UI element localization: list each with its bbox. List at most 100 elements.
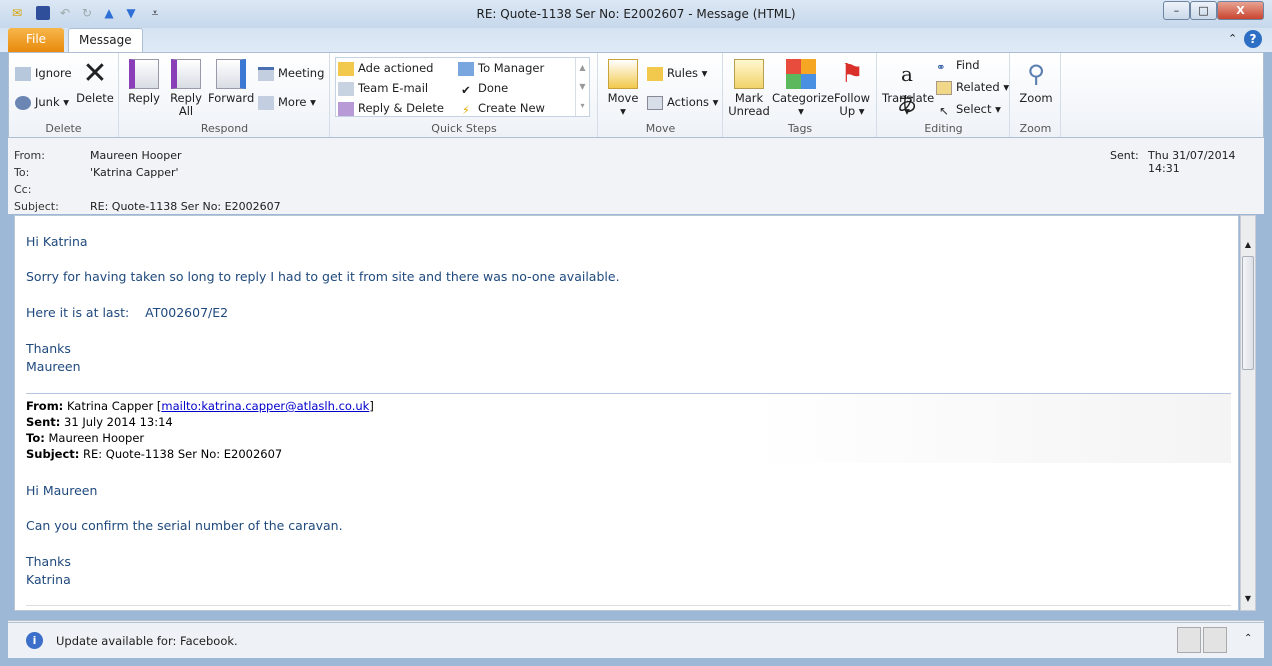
- group-move: Move ▾ Rules ▾ Actions ▾ Move: [599, 53, 723, 137]
- forward-button[interactable]: Forward: [208, 59, 254, 105]
- subject-label: Subject:: [14, 200, 59, 213]
- quoted-sent-label: Sent:: [26, 415, 61, 429]
- message-body[interactable]: Hi Katrina Sorry for having taken so lon…: [14, 215, 1239, 611]
- tab-message[interactable]: Message: [68, 28, 143, 52]
- magnifier-icon: ⚲: [1027, 60, 1045, 88]
- select-button[interactable]: ↖ Select ▾: [936, 101, 1001, 118]
- follow-label: Follow: [833, 91, 871, 105]
- person-icon[interactable]: [1177, 627, 1201, 653]
- move-label: Move: [607, 91, 639, 105]
- quick-step-done[interactable]: ✔ Done: [458, 80, 508, 97]
- close-button[interactable]: X: [1217, 1, 1264, 20]
- group-label: Tags: [787, 122, 813, 135]
- quick-step-label: Ade actioned: [358, 61, 434, 75]
- meeting-button[interactable]: Meeting: [258, 65, 324, 81]
- related-label: Related: [956, 80, 1000, 94]
- zoom-button[interactable]: ⚲ Zoom: [1017, 59, 1055, 105]
- collapse-ribbon-icon[interactable]: ⌃: [1228, 32, 1237, 45]
- quoted-subject: RE: Quote-1138 Ser No: E2002607: [83, 447, 283, 461]
- info-icon: i: [26, 632, 43, 649]
- sent-value: Thu 31/07/2014 14:31: [1148, 149, 1236, 175]
- group-respond: Reply Reply All Forward Meeting More ▾ Re…: [120, 53, 330, 137]
- actions-label: Actions: [667, 95, 710, 109]
- cursor-icon: ↖: [939, 103, 949, 118]
- delete-label: Delete: [76, 91, 114, 105]
- update-notice[interactable]: Update available for: Facebook.: [56, 634, 238, 648]
- body-line: Maureen: [26, 359, 81, 374]
- more-label: More: [278, 95, 307, 109]
- mark-unread-button[interactable]: Mark Unread: [728, 59, 770, 118]
- to-value[interactable]: 'Katrina Capper': [90, 166, 179, 179]
- quoted-sent: 31 July 2014 13:14: [64, 415, 173, 429]
- group-label: Editing: [924, 122, 963, 135]
- move-folder-icon: [608, 59, 638, 89]
- delete-button[interactable]: ✕ Delete: [75, 59, 115, 105]
- cc-label: Cc:: [14, 183, 32, 196]
- calendar-icon: [258, 66, 274, 81]
- rules-icon: [647, 66, 663, 81]
- quick-step-to-manager[interactable]: To Manager: [458, 60, 544, 76]
- quick-step-ade-actioned[interactable]: Ade actioned: [338, 60, 433, 76]
- ribbon-tabs: File Message ⌃ ?: [0, 28, 1272, 52]
- scroll-down-icon[interactable]: ▼: [1242, 594, 1254, 608]
- quick-step-reply-delete[interactable]: Reply & Delete: [338, 100, 444, 116]
- person-icon[interactable]: [1203, 627, 1227, 653]
- body-line: Here it is at last: AT002607/E2: [26, 305, 229, 320]
- window-title: RE: Quote-1138 Ser No: E2002607 - Messag…: [476, 7, 796, 21]
- quoted-subject-label: Subject:: [26, 447, 80, 461]
- actions-button[interactable]: Actions ▾: [647, 94, 718, 110]
- junk-button[interactable]: Junk ▾: [15, 94, 69, 110]
- flag-icon: ⚑: [840, 59, 864, 89]
- more-button[interactable]: More ▾: [258, 94, 316, 110]
- follow-up-button[interactable]: ⚑ Follow Up ▾: [832, 59, 872, 118]
- scroll-thumb[interactable]: [1242, 256, 1254, 370]
- find-button[interactable]: ⚭ Find: [936, 57, 980, 74]
- zoom-label: Zoom: [1019, 91, 1053, 105]
- related-button[interactable]: Related ▾: [936, 79, 1009, 95]
- junk-icon: [15, 95, 31, 110]
- move-button[interactable]: Move ▾: [605, 59, 641, 118]
- select-label: Select: [956, 102, 992, 116]
- actions-icon: [647, 95, 663, 110]
- group-label: Quick Steps: [431, 122, 497, 135]
- quick-step-create-new[interactable]: ⚡ Create New: [458, 100, 545, 117]
- group-tags: Mark Unread Categorize ▾ ⚑ Follow Up ▾ Tags: [724, 53, 877, 137]
- translate-button[interactable]: aあ Translate ▾: [882, 59, 934, 118]
- quoted-header: From: Katrina Capper [mailto:katrina.cap…: [26, 393, 1231, 463]
- team-mail-icon: [338, 81, 354, 96]
- from-value[interactable]: Maureen Hooper: [90, 149, 182, 162]
- group-label: Respond: [200, 122, 249, 135]
- categorize-button[interactable]: Categorize ▾: [772, 59, 834, 118]
- minimize-button[interactable]: –: [1163, 1, 1190, 20]
- title-bar: ✉ ↶ ↻ ▲ ▼ ⩡ RE: Quote-1138 Ser No: E2002…: [0, 0, 1272, 28]
- quick-step-label: Team E-mail: [358, 81, 429, 95]
- mailto-link[interactable]: mailto:katrina.capper@atlaslh.co.uk: [161, 399, 369, 413]
- categorize-label: Categorize: [772, 91, 835, 105]
- quick-step-label: Create New: [478, 101, 545, 115]
- quoted-from-label: From:: [26, 399, 64, 413]
- group-editing: aあ Translate ▾ ⚭ Find Related ▾ ↖ Select ▾ E…: [878, 53, 1010, 137]
- quoted-from-end: ]: [369, 399, 374, 413]
- body-line: Hi Maureen: [26, 483, 98, 498]
- expand-people-pane-icon[interactable]: ⌃: [1244, 633, 1252, 644]
- reply-all-button[interactable]: Reply All: [168, 59, 204, 118]
- maximize-button[interactable]: □: [1190, 1, 1217, 20]
- message-header: From: Maureen Hooper To: 'Katrina Capper…: [8, 138, 1264, 214]
- tab-file[interactable]: File: [8, 28, 64, 52]
- vertical-scrollbar[interactable]: ▲ ▼: [1240, 215, 1256, 611]
- scroll-up-icon[interactable]: ▲: [1242, 240, 1254, 254]
- mark-label: Mark: [734, 91, 764, 105]
- up-label: Up: [839, 104, 856, 118]
- reply-delete-icon: [338, 101, 354, 116]
- body-line: Hi Katrina: [26, 234, 88, 249]
- gallery-scroll[interactable]: ▲ ▼ ▾: [575, 58, 589, 116]
- help-icon[interactable]: ?: [1244, 30, 1262, 48]
- ignore-label: Ignore: [35, 66, 72, 80]
- rules-button[interactable]: Rules ▾: [647, 65, 707, 81]
- reply-button[interactable]: Reply: [126, 59, 162, 105]
- ignore-button[interactable]: Ignore: [15, 65, 72, 81]
- quoted-to-label: To:: [26, 431, 45, 445]
- body-line: Sorry for having taken so long to reply …: [26, 269, 620, 284]
- quick-step-team-email[interactable]: Team E-mail: [338, 80, 428, 96]
- people-pane-bar: i Update available for: Facebook. ⌃: [8, 620, 1264, 658]
